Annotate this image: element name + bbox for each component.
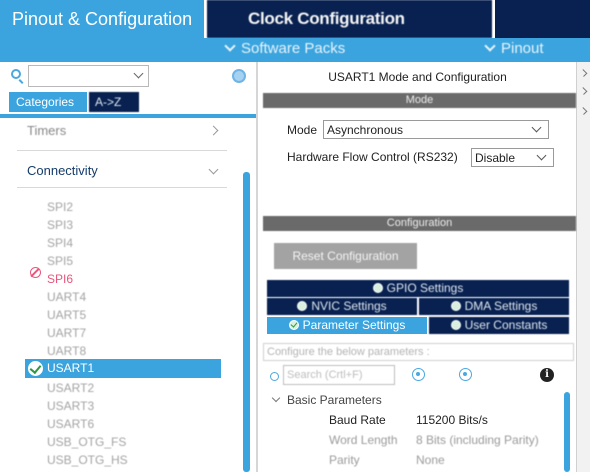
param-name-word-length: Word Length bbox=[329, 433, 398, 447]
tree-item-label: USART1 bbox=[47, 361, 95, 375]
tree-item-uart7[interactable]: UART7 bbox=[47, 326, 86, 340]
reset-configuration-button[interactable]: Reset Configuration bbox=[274, 243, 417, 269]
parameters-scrollbar[interactable] bbox=[564, 392, 570, 472]
chevron-right-icon[interactable] bbox=[579, 69, 588, 77]
tab-label: Parameter Settings bbox=[302, 318, 406, 332]
param-name-parity: Parity bbox=[329, 453, 360, 467]
tree-item-usb-otg-fs[interactable]: USB_OTG_FS bbox=[47, 435, 126, 449]
tree-item-usart2[interactable]: USART2 bbox=[47, 381, 94, 395]
pinout-menu-label: Pinout bbox=[501, 40, 544, 57]
tab-overflow[interactable] bbox=[495, 0, 590, 38]
tab-user-constants[interactable]: User Constants bbox=[429, 317, 569, 334]
tab-a-to-z[interactable]: A->Z bbox=[89, 92, 139, 112]
search-icon bbox=[270, 372, 279, 381]
tree-item-spi2[interactable]: SPI2 bbox=[47, 200, 73, 214]
tree-item-spi6[interactable]: SPI6 bbox=[47, 272, 73, 286]
param-name-baud-rate: Baud Rate bbox=[329, 413, 386, 427]
chevron-down-icon bbox=[484, 40, 496, 52]
tree-group-timers[interactable]: Timers bbox=[27, 123, 66, 138]
tab-label: User Constants bbox=[464, 318, 548, 332]
tree-item-uart8[interactable]: UART8 bbox=[47, 344, 86, 358]
chevron-down-icon[interactable] bbox=[271, 393, 281, 403]
tree-item-spi3[interactable]: SPI3 bbox=[47, 218, 73, 232]
tree-item-uart4[interactable]: UART4 bbox=[47, 290, 86, 304]
peripheral-tree: Timers Connectivity SPI2 SPI3 SPI4 SPI5 … bbox=[0, 118, 240, 472]
chevron-right-icon[interactable] bbox=[579, 87, 588, 95]
categories-panel: Categories A->Z Timers Connectivity SPI2… bbox=[0, 62, 258, 472]
hardware-flow-control-value: Disable bbox=[475, 151, 516, 165]
tree-item-usb-otg-hs[interactable]: USB_OTG_HS bbox=[47, 453, 128, 467]
tree-group-connectivity[interactable]: Connectivity bbox=[27, 163, 98, 178]
divider bbox=[17, 187, 227, 188]
mode-select-value: Asynchronous bbox=[327, 123, 404, 137]
hardware-flow-control-label: Hardware Flow Control (RS232) bbox=[287, 150, 458, 164]
tree-item-usart1-selected[interactable]: USART1 bbox=[25, 359, 221, 378]
chevron-down-icon bbox=[531, 122, 542, 133]
ban-icon bbox=[30, 267, 41, 278]
param-value-word-length[interactable]: 8 Bits (including Parity) bbox=[416, 433, 539, 447]
panel-title: USART1 Mode and Configuration bbox=[328, 70, 507, 84]
mode-label: Mode bbox=[287, 123, 318, 137]
chevron-down-icon[interactable] bbox=[133, 68, 144, 79]
divider bbox=[17, 150, 227, 151]
tree-item-spi5[interactable]: SPI5 bbox=[47, 254, 73, 268]
configuration-section-header: Configuration bbox=[263, 216, 576, 231]
settings-dot-icon bbox=[372, 283, 383, 293]
settings-dot-icon bbox=[450, 320, 461, 330]
sub-toolbar: Software Packs Pinout bbox=[0, 38, 590, 62]
chevron-right-icon[interactable] bbox=[208, 125, 219, 136]
tab-label: NVIC Settings bbox=[311, 299, 387, 313]
check-circle-icon bbox=[28, 361, 43, 376]
tab-nvic-settings[interactable]: NVIC Settings bbox=[267, 298, 417, 315]
chevron-down-icon bbox=[224, 40, 236, 52]
search-combo[interactable] bbox=[28, 65, 149, 87]
info-icon[interactable]: i bbox=[540, 368, 554, 382]
tab-label: DMA Settings bbox=[464, 299, 538, 313]
software-packs-menu[interactable]: Software Packs bbox=[224, 40, 345, 57]
tab-gpio-settings[interactable]: GPIO Settings bbox=[267, 280, 569, 297]
top-tab-bar: Pinout & Configuration Clock Configurati… bbox=[0, 0, 590, 38]
mode-section-header: Mode bbox=[263, 93, 576, 108]
tree-item-spi4[interactable]: SPI4 bbox=[47, 236, 73, 250]
basic-parameters-group[interactable]: Basic Parameters bbox=[287, 393, 382, 407]
tab-label: GPIO Settings bbox=[386, 281, 464, 295]
tab-parameter-settings[interactable]: Parameter Settings bbox=[267, 317, 427, 334]
mode-configuration-panel: USART1 Mode and Configuration Mode Mode … bbox=[260, 62, 590, 472]
pinout-menu[interactable]: Pinout bbox=[484, 40, 544, 57]
tab-dma-settings[interactable]: DMA Settings bbox=[419, 298, 569, 315]
settings-dot-icon bbox=[297, 301, 308, 311]
tab-pinout-configuration[interactable]: Pinout & Configuration bbox=[0, 0, 204, 38]
software-packs-label: Software Packs bbox=[241, 40, 346, 57]
collapse-all-icon[interactable] bbox=[459, 368, 472, 381]
chevron-right-icon[interactable] bbox=[579, 107, 588, 115]
tree-item-usart6[interactable]: USART6 bbox=[47, 417, 94, 431]
check-circle-icon bbox=[288, 320, 299, 330]
panel-resize-strip[interactable] bbox=[576, 62, 590, 472]
search-row bbox=[0, 62, 256, 90]
tab-clock-configuration[interactable]: Clock Configuration bbox=[207, 0, 492, 38]
tree-scrollbar[interactable] bbox=[243, 172, 250, 472]
chevron-down-icon[interactable] bbox=[208, 164, 219, 175]
parameter-search-input[interactable]: Search (Crtl+F) bbox=[283, 365, 395, 385]
tree-item-uart5[interactable]: UART5 bbox=[47, 308, 86, 322]
tab-categories[interactable]: Categories bbox=[9, 92, 87, 112]
hardware-flow-control-select[interactable]: Disable bbox=[471, 148, 554, 167]
parameters-hint: Configure the below parameters : bbox=[263, 343, 574, 361]
param-value-parity[interactable]: None bbox=[416, 453, 445, 467]
gear-icon[interactable] bbox=[232, 69, 246, 83]
settings-dot-icon bbox=[450, 301, 461, 311]
param-value-baud-rate[interactable]: 115200 Bits/s bbox=[416, 413, 488, 427]
mode-select[interactable]: Asynchronous bbox=[323, 120, 549, 139]
chevron-down-icon bbox=[536, 150, 547, 161]
tree-item-usart3[interactable]: USART3 bbox=[47, 399, 94, 413]
search-icon bbox=[11, 69, 21, 79]
expand-all-icon[interactable] bbox=[412, 368, 425, 381]
